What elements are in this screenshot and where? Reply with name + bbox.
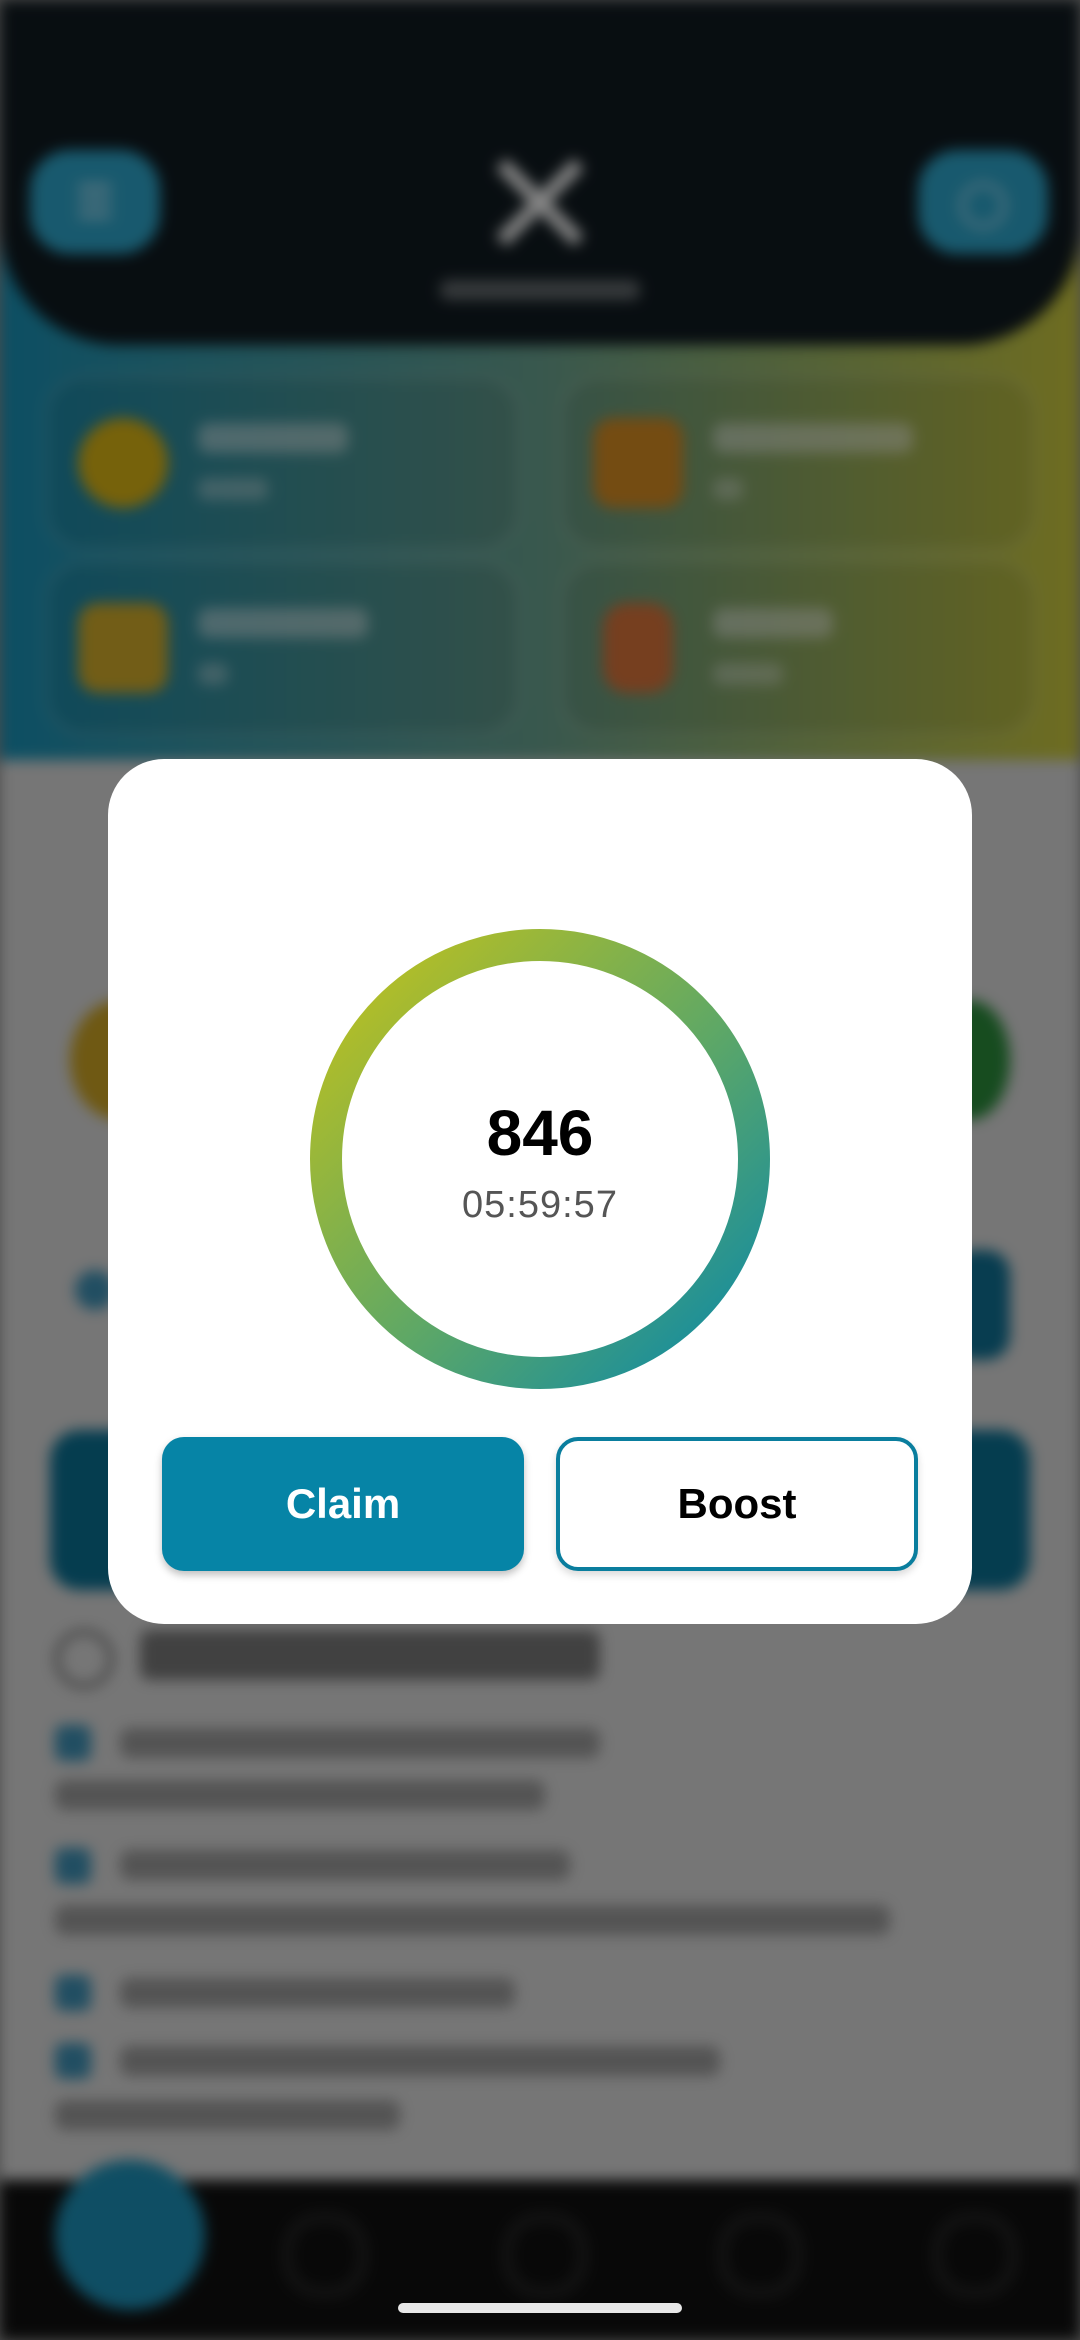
mined-count: 846	[486, 1097, 594, 1169]
boost-button[interactable]: Boost	[556, 1437, 918, 1571]
home-indicator[interactable]	[398, 2303, 682, 2313]
countdown-timer: 05:59:57	[462, 1184, 618, 1226]
progress-ring: 846 05:59:57	[310, 929, 770, 1389]
claim-button[interactable]: Claim	[162, 1437, 524, 1571]
mining-dialog: 846 05:59:57 Claim Boost	[108, 759, 972, 1624]
